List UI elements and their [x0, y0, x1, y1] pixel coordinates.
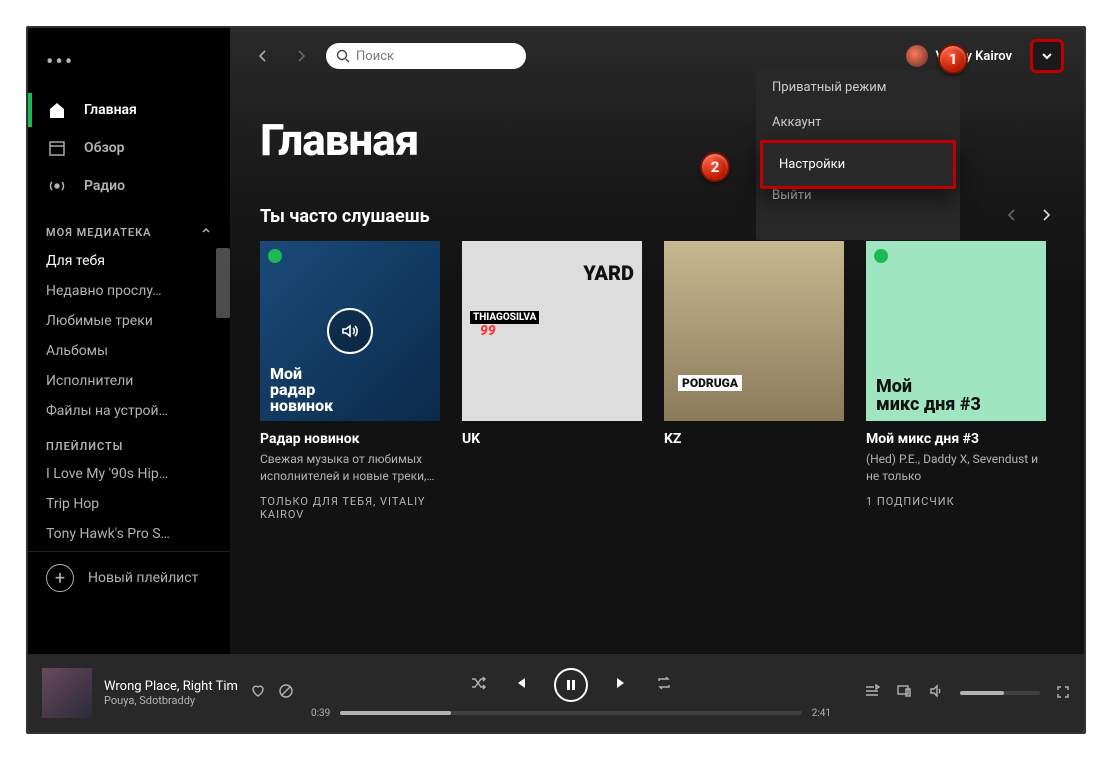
shuffle-button[interactable]: [470, 675, 486, 695]
prev-button[interactable]: [512, 675, 528, 695]
nav-back-button[interactable]: [250, 43, 276, 69]
nav-home[interactable]: Главная: [28, 91, 230, 129]
chevron-up-icon[interactable]: [200, 225, 212, 240]
spotify-badge-icon: [874, 249, 888, 263]
new-playlist-button[interactable]: + Новый плейлист: [28, 551, 230, 604]
library-item-for-you[interactable]: Для тебя: [28, 246, 230, 276]
more-menu-button[interactable]: •••: [28, 28, 230, 85]
card-subtitle: Свежая музыка от любимых исполнителей и …: [260, 451, 440, 485]
dropdown-settings-highlight: Настройки: [760, 140, 956, 189]
avatar: [906, 45, 928, 67]
dropdown-account[interactable]: Аккаунт: [756, 105, 960, 140]
search-input[interactable]: Поиск: [326, 43, 526, 69]
nav-forward-button[interactable]: [288, 43, 314, 69]
main-content: Поиск Vitaliy Kairov Главная Ты часто сл…: [230, 28, 1084, 654]
fullscreen-button[interactable]: [1056, 684, 1070, 703]
progress-bar[interactable]: [340, 711, 801, 715]
card-meta: ТОЛЬКО ДЛЯ ТЕБЯ, VITALIY KAIROV: [260, 495, 440, 521]
section-often-listen: Ты часто слушаешь Мой радар новинок: [230, 206, 1084, 521]
library-item-artists[interactable]: Исполнители: [28, 366, 230, 396]
play-pause-button[interactable]: [554, 668, 588, 702]
dropdown-settings[interactable]: Настройки: [763, 147, 953, 182]
annotation-2: 2: [700, 152, 730, 182]
now-playing-title[interactable]: Wrong Place, Right Tim: [104, 679, 238, 694]
library-item-albums[interactable]: Альбомы: [28, 336, 230, 366]
nav-radio[interactable]: Радио: [28, 167, 230, 205]
search-placeholder: Поиск: [356, 49, 394, 64]
now-playing-artist[interactable]: Pouya, Sdotbraddy: [104, 694, 238, 707]
playlist-item[interactable]: Tony Hawk's Pro S…: [28, 519, 230, 549]
volume-button[interactable]: [928, 683, 944, 703]
plus-icon: +: [46, 564, 74, 592]
card-cover: Мой микс дня #3: [866, 241, 1046, 421]
card-title: UK: [462, 431, 642, 447]
like-button[interactable]: [250, 683, 266, 703]
dropdown-private-mode[interactable]: Приватный режим: [756, 70, 960, 105]
carousel-next-button[interactable]: [1038, 207, 1054, 227]
volume-slider[interactable]: [960, 691, 1040, 695]
card-uk[interactable]: YARD THIAGOSILVA 99 UK: [462, 241, 642, 521]
nav-home-label: Главная: [84, 102, 137, 118]
sound-icon: [327, 308, 373, 354]
search-icon: [336, 49, 350, 63]
next-button[interactable]: [614, 675, 630, 695]
home-icon: [46, 99, 68, 121]
app-window: ••• Главная Обзор Радио МОЯ МЕДИАТЕКА Дл…: [26, 26, 1086, 734]
card-radar[interactable]: Мой радар новинок Радар новинок Свежая м…: [260, 241, 440, 521]
now-playing-cover[interactable]: [42, 668, 92, 718]
sidebar-scrollbar[interactable]: [216, 248, 230, 318]
time-total: 2:41: [812, 708, 831, 719]
library-header: МОЯ МЕДИАТЕКА: [28, 211, 230, 246]
queue-button[interactable]: [864, 683, 880, 703]
playlists-header: ПЛЕЙЛИСТЫ: [28, 426, 230, 459]
user-menu-chevron[interactable]: [1030, 39, 1064, 73]
nav-browse[interactable]: Обзор: [28, 129, 230, 167]
radio-icon: [46, 175, 68, 197]
card-cover: PODRUGA: [664, 241, 844, 421]
playlist-item[interactable]: I Love My '90s Hip…: [28, 459, 230, 489]
playlist-item[interactable]: Trip Hop: [28, 489, 230, 519]
card-subtitle: (Hed) P.E., Daddy X, Sevendust и не толь…: [866, 451, 1046, 485]
nav-browse-label: Обзор: [84, 140, 125, 156]
section-title: Ты часто слушаешь: [260, 206, 430, 227]
devices-button[interactable]: [896, 683, 912, 703]
repeat-button[interactable]: [656, 675, 672, 695]
library-item-local[interactable]: Файлы на устрой…: [28, 396, 230, 426]
card-title: Радар новинок: [260, 431, 440, 447]
card-title: KZ: [664, 431, 844, 447]
sidebar: ••• Главная Обзор Радио МОЯ МЕДИАТЕКА Дл…: [28, 28, 230, 658]
card-kz[interactable]: PODRUGA KZ: [664, 241, 844, 521]
card-cover: Мой радар новинок: [260, 241, 440, 421]
carousel-prev-button[interactable]: [1004, 207, 1020, 227]
library-item-recent[interactable]: Недавно прослу…: [28, 276, 230, 306]
card-meta: 1 ПОДПИСЧИК: [866, 495, 1046, 508]
nav-radio-label: Радио: [84, 178, 125, 194]
player-bar: Wrong Place, Right Tim Pouya, Sdotbraddy…: [28, 654, 1084, 732]
card-title: Мой микс дня #3: [866, 431, 1046, 447]
chevron-down-icon: [1039, 48, 1055, 64]
browse-icon: [46, 137, 68, 159]
time-elapsed: 0:39: [311, 708, 330, 719]
card-cover: YARD THIAGOSILVA 99: [462, 241, 642, 421]
card-mix3[interactable]: Мой микс дня #3 Мой микс дня #3 (Hed) P.…: [866, 241, 1046, 521]
block-button[interactable]: [278, 683, 294, 703]
library-item-liked[interactable]: Любимые треки: [28, 306, 230, 336]
spotify-badge-icon: [268, 249, 282, 263]
annotation-1: 1: [938, 44, 968, 74]
